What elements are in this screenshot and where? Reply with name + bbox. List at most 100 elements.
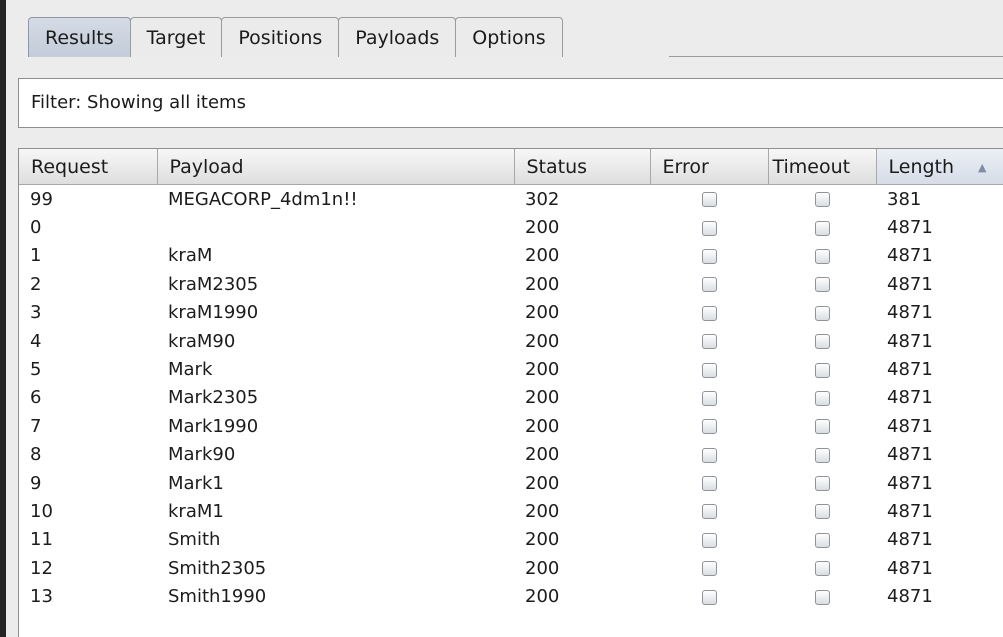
column-header-timeout[interactable]: Timeout	[768, 149, 877, 185]
tab-positions[interactable]: Positions	[221, 17, 340, 57]
payload-cell: Mark2305	[168, 387, 259, 409]
length-cell: 381	[887, 188, 922, 210]
table-row[interactable]: 2 kraM2305 200 4871	[19, 270, 1003, 298]
error-checkbox[interactable]	[701, 532, 717, 548]
error-checkbox[interactable]	[701, 561, 717, 577]
timeout-cell	[768, 242, 876, 270]
error-checkbox[interactable]	[701, 220, 717, 236]
timeout-cell	[768, 213, 876, 241]
length-cell: 4871	[887, 273, 933, 295]
request-cell: 12	[30, 557, 53, 579]
status-cell: 200	[525, 529, 560, 551]
error-checkbox[interactable]	[701, 476, 717, 492]
filter-bar[interactable]: Filter: Showing all items	[18, 78, 1003, 128]
request-cell: 8	[30, 444, 42, 466]
column-header-status[interactable]: Status	[514, 149, 651, 185]
request-cell: 99	[30, 188, 53, 210]
timeout-checkbox[interactable]	[814, 248, 830, 264]
error-checkbox[interactable]	[701, 305, 717, 321]
results-table: Request Payload Status Error Timeout Len…	[18, 148, 1003, 637]
request-cell: 13	[30, 586, 53, 608]
status-cell: 200	[525, 500, 560, 522]
error-checkbox[interactable]	[701, 447, 717, 463]
timeout-checkbox[interactable]	[814, 220, 830, 236]
table-row[interactable]: 4 kraM90 200 4871	[19, 327, 1003, 355]
status-cell: 200	[525, 359, 560, 381]
sort-ascending-icon: ▲	[978, 160, 987, 174]
timeout-cell	[768, 355, 876, 383]
error-checkbox[interactable]	[701, 390, 717, 406]
timeout-checkbox[interactable]	[814, 305, 830, 321]
timeout-cell	[768, 554, 876, 582]
table-row[interactable]: 0 200 4871	[19, 213, 1003, 241]
length-cell: 4871	[887, 330, 933, 352]
length-cell: 4871	[887, 302, 933, 324]
payload-cell: Smith1990	[168, 586, 267, 608]
status-cell: 200	[525, 415, 560, 437]
tab-payloads[interactable]: Payloads	[338, 17, 457, 57]
timeout-checkbox[interactable]	[814, 532, 830, 548]
column-header-payload[interactable]: Payload	[157, 149, 515, 185]
timeout-checkbox[interactable]	[814, 476, 830, 492]
error-checkbox[interactable]	[701, 504, 717, 520]
table-row[interactable]: 99 MEGACORP_4dm1n!! 302 381	[19, 185, 1003, 214]
timeout-cell	[768, 469, 876, 497]
column-header-label: Timeout	[772, 155, 851, 178]
tab-target[interactable]: Target	[129, 17, 223, 57]
timeout-checkbox[interactable]	[814, 192, 830, 208]
request-cell: 3	[30, 302, 42, 324]
payload-cell: kraM1990	[168, 302, 259, 324]
timeout-checkbox[interactable]	[814, 504, 830, 520]
timeout-checkbox[interactable]	[814, 390, 830, 406]
timeout-cell	[768, 526, 876, 554]
column-header-request[interactable]: Request	[19, 149, 158, 185]
length-cell: 4871	[887, 415, 933, 437]
error-checkbox[interactable]	[701, 362, 717, 378]
error-checkbox[interactable]	[701, 334, 717, 350]
tab-options[interactable]: Options	[455, 17, 563, 57]
table-row[interactable]: 1 kraM 200 4871	[19, 242, 1003, 270]
request-cell: 10	[30, 500, 53, 522]
error-checkbox[interactable]	[701, 589, 717, 605]
request-cell: 2	[30, 273, 42, 295]
timeout-checkbox[interactable]	[814, 447, 830, 463]
error-cell	[650, 299, 768, 327]
error-checkbox[interactable]	[701, 192, 717, 208]
error-checkbox[interactable]	[701, 419, 717, 435]
error-checkbox[interactable]	[701, 277, 717, 293]
error-cell	[650, 213, 768, 241]
table-row[interactable]: 13 Smith1990 200 4871	[19, 582, 1003, 610]
table-row[interactable]: 9 Mark1 200 4871	[19, 469, 1003, 497]
payload-cell: kraM2305	[168, 273, 259, 295]
error-checkbox[interactable]	[701, 248, 717, 264]
table-row[interactable]: 5 Mark 200 4871	[19, 355, 1003, 383]
table-row[interactable]: 12 Smith2305 200 4871	[19, 554, 1003, 582]
column-header-error[interactable]: Error	[650, 149, 769, 185]
table-row[interactable]: 10 kraM1 200 4871	[19, 497, 1003, 525]
timeout-checkbox[interactable]	[814, 589, 830, 605]
request-cell: 4	[30, 330, 42, 352]
table-row[interactable]: 11 Smith 200 4871	[19, 526, 1003, 554]
table-row[interactable]: 7 Mark1990 200 4871	[19, 412, 1003, 440]
status-cell: 200	[525, 586, 560, 608]
payload-cell: MEGACORP_4dm1n!!	[168, 188, 358, 210]
timeout-cell	[768, 384, 876, 412]
table-row[interactable]: 6 Mark2305 200 4871	[19, 384, 1003, 412]
timeout-checkbox[interactable]	[814, 419, 830, 435]
column-header-label: Status	[526, 155, 588, 178]
table-row[interactable]: 3 kraM1990 200 4871	[19, 299, 1003, 327]
length-cell: 4871	[887, 557, 933, 579]
request-cell: 7	[30, 415, 42, 437]
timeout-checkbox[interactable]	[814, 277, 830, 293]
tab-results[interactable]: Results	[28, 17, 131, 57]
table-row[interactable]: 8 Mark90 200 4871	[19, 441, 1003, 469]
length-cell: 4871	[887, 359, 933, 381]
timeout-cell	[768, 327, 876, 355]
error-cell	[650, 355, 768, 383]
timeout-checkbox[interactable]	[814, 362, 830, 378]
timeout-checkbox[interactable]	[814, 334, 830, 350]
column-header-length[interactable]: Length ▲	[876, 149, 1003, 185]
error-cell	[650, 384, 768, 412]
timeout-cell	[768, 441, 876, 469]
timeout-checkbox[interactable]	[814, 561, 830, 577]
